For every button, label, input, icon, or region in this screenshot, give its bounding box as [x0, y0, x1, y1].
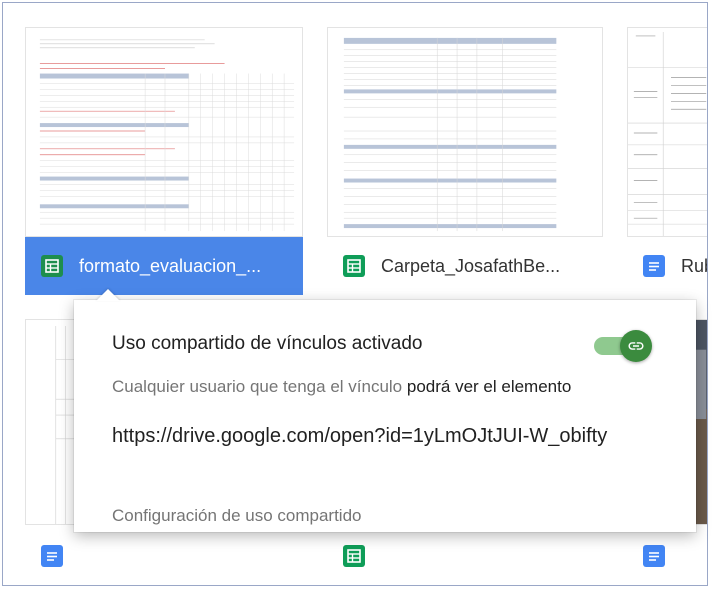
file-name-bar[interactable]: formato_evaluacion_...	[25, 237, 303, 295]
file-name-bar[interactable]: Carpeta_JosafathBe...	[327, 237, 603, 295]
file-name: Carpeta_JosafathBe...	[381, 255, 561, 276]
document-preview	[628, 28, 707, 236]
description-prefix: Cualquier usuario que tenga el vínculo	[112, 377, 403, 396]
docs-icon	[41, 545, 63, 567]
spreadsheet-preview	[26, 28, 302, 236]
popup-title: Uso compartido de vínculos activado	[112, 333, 423, 354]
description-permission[interactable]: podrá ver el elemento	[407, 377, 571, 396]
file-thumbnail[interactable]	[25, 27, 303, 237]
file-name: formato_evaluacion_...	[79, 255, 262, 276]
file-name-bar[interactable]	[327, 527, 603, 585]
docs-icon	[643, 545, 665, 567]
sheets-icon	[343, 545, 365, 567]
link-sharing-popup: Uso compartido de vínculos activado Cual…	[74, 300, 696, 532]
file-name-bar[interactable]	[25, 527, 303, 585]
popup-description: Cualquier usuario que tenga el vínculo p…	[112, 377, 571, 397]
file-thumbnail[interactable]	[327, 27, 603, 237]
file-tile-3[interactable]: Rub	[627, 27, 707, 297]
file-name-bar[interactable]	[627, 527, 707, 585]
link-sharing-toggle[interactable]	[594, 330, 652, 362]
sharing-settings-link[interactable]: Configuración de uso compartido	[112, 506, 361, 526]
file-name: Rub	[681, 255, 707, 276]
file-thumbnail[interactable]	[627, 27, 707, 237]
file-tile-1[interactable]: formato_evaluacion_...	[25, 27, 303, 297]
link-icon	[620, 330, 652, 362]
share-link-field[interactable]: https://drive.google.com/open?id=1yLmOJt…	[112, 425, 686, 448]
spreadsheet-preview	[328, 28, 602, 236]
share-link-text: https://drive.google.com/open?id=1yLmOJt…	[112, 425, 608, 447]
sheets-icon	[343, 255, 365, 277]
sheets-icon	[41, 255, 63, 277]
file-name-bar[interactable]: Rub	[627, 237, 707, 295]
file-tile-2[interactable]: Carpeta_JosafathBe...	[327, 27, 603, 297]
docs-icon	[643, 255, 665, 277]
link-fade	[626, 425, 686, 448]
popup-pointer	[96, 289, 120, 301]
